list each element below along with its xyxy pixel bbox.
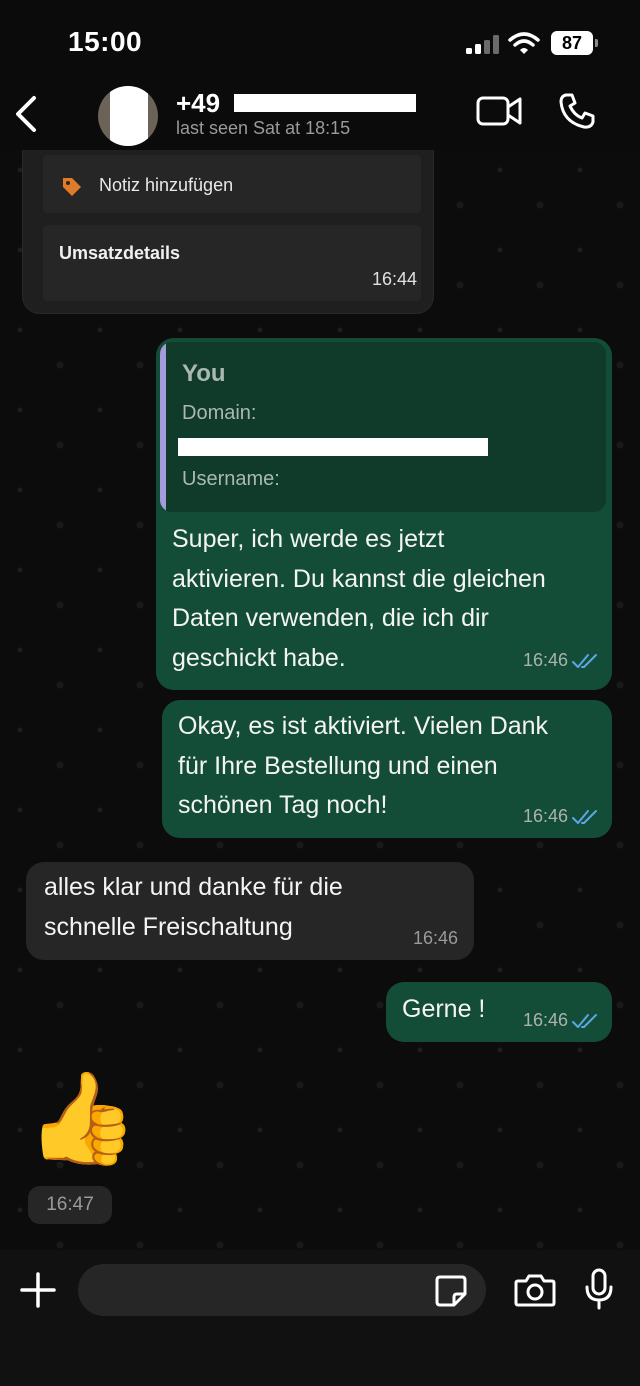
video-call-icon[interactable] xyxy=(476,94,522,128)
composer-bar xyxy=(0,1250,640,1386)
message-line: schnelle Freischaltung xyxy=(44,912,293,941)
message-time: 16:46 xyxy=(522,806,568,826)
message-time: 16:46 xyxy=(412,928,458,948)
redaction-bar xyxy=(178,438,488,456)
quote-accent-bar xyxy=(160,342,166,512)
quote-domain-label: Domain: xyxy=(182,402,257,424)
chat-header: +49 last seen Sat at 18:15 xyxy=(0,80,640,150)
message-text: Gerne ! xyxy=(402,995,486,1023)
outgoing-message[interactable]: Okay, es ist aktiviert. Vielen Dank für … xyxy=(162,700,612,838)
quoted-reply[interactable]: You Domain: Username: xyxy=(160,342,606,512)
outgoing-message[interactable]: You Domain: Username: Super, ich werde e… xyxy=(156,338,612,690)
message-line: Okay, es ist aktiviert. Vielen Dank xyxy=(178,712,549,740)
message-line: schönen Tag noch! xyxy=(178,791,388,819)
double-check-icon xyxy=(572,1013,597,1028)
transaction-details-label: Umsatzdetails xyxy=(59,243,181,263)
camera-icon[interactable] xyxy=(514,1272,556,1308)
back-chevron-icon[interactable] xyxy=(12,94,40,134)
status-bar: 15:00 87 xyxy=(0,0,640,80)
thumbs-up-emoji-message[interactable]: 👍 xyxy=(26,1074,138,1164)
double-check-icon xyxy=(572,809,597,824)
incoming-message[interactable]: alles klar und danke für die schnelle Fr… xyxy=(26,862,474,960)
phone-icon[interactable] xyxy=(558,92,596,130)
contact-name[interactable]: +49 xyxy=(176,88,220,119)
avatar[interactable] xyxy=(98,86,158,146)
microphone-icon[interactable] xyxy=(584,1268,614,1310)
chat-area[interactable]: Notiz hinzufügen Umsatzdetails 16:44 You… xyxy=(0,150,640,1250)
message-line: für Ihre Bestellung und einen xyxy=(178,751,498,780)
add-note-row[interactable]: Notiz hinzufügen xyxy=(43,155,421,213)
tag-icon xyxy=(63,178,81,196)
last-seen-status: last seen Sat at 18:15 xyxy=(176,118,351,138)
message-line: aktivieren. Du kannst die gleichen xyxy=(172,564,546,593)
battery-icon: 87 xyxy=(551,31,598,55)
message-meta: 16:46 xyxy=(523,1010,598,1031)
message-time: 16:46 xyxy=(522,1010,568,1030)
message-time: 16:46 xyxy=(522,650,568,670)
message-line: Daten verwenden, die ich dir xyxy=(172,604,489,632)
message-input[interactable] xyxy=(78,1264,486,1316)
message-line: Super, ich werde es jetzt xyxy=(172,525,445,553)
quote-author: You xyxy=(182,360,226,387)
message-text: Okay, es ist aktiviert. Vielen Dank für … xyxy=(178,707,548,826)
message-meta: 16:46 xyxy=(523,806,598,827)
message-meta: 16:46 xyxy=(523,650,598,671)
message-time: 16:47 xyxy=(28,1186,112,1224)
message-meta: 16:46 xyxy=(413,928,458,949)
message-text: alles klar und danke für die schnelle Fr… xyxy=(44,868,343,947)
wifi-icon xyxy=(508,32,540,54)
message-line: alles klar und danke für die xyxy=(44,873,343,901)
add-note-label: Notiz hinzufügen xyxy=(99,175,234,195)
shared-card-message[interactable]: Notiz hinzufügen Umsatzdetails 16:44 xyxy=(22,150,434,314)
transaction-details-row[interactable]: Umsatzdetails xyxy=(43,225,421,301)
message-time: 16:44 xyxy=(371,269,417,289)
cellular-signal-icon xyxy=(466,34,500,54)
double-check-icon xyxy=(572,653,597,668)
sticker-icon[interactable] xyxy=(434,1274,468,1308)
plus-icon[interactable] xyxy=(18,1270,58,1310)
message-text: Super, ich werde es jetzt aktivieren. Du… xyxy=(172,520,546,678)
outgoing-message[interactable]: Gerne ! 16:46 xyxy=(386,982,612,1042)
message-line: geschickt habe. xyxy=(172,643,346,672)
clock: 15:00 xyxy=(68,26,143,57)
quote-username-label: Username: xyxy=(182,468,280,490)
redaction-bar xyxy=(234,94,416,112)
